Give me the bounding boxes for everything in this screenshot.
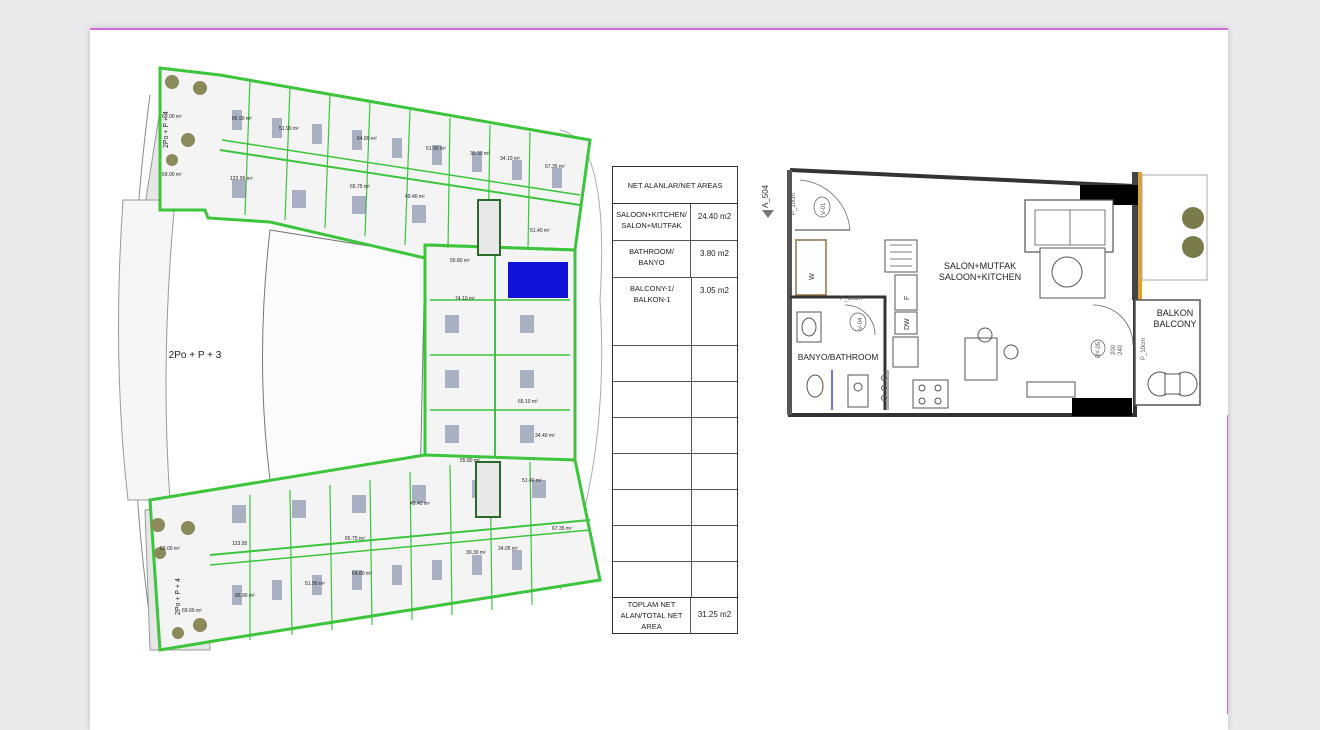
bench [1026, 381, 1076, 398]
unit-area: 49.40 m² [405, 194, 425, 200]
cooktop [912, 379, 949, 409]
unit-area: 74.10 m² [455, 296, 475, 302]
table-empty-row [613, 561, 737, 562]
total-label: AREA [641, 622, 662, 631]
dimension-label: 240 [1118, 344, 1124, 355]
appliance-w: W [809, 273, 816, 280]
side-label-bottom: 2Po + P + 4 [175, 578, 182, 615]
table-row: BATHROOM/BANYO 3.80 m2 [613, 241, 737, 278]
row-label: SALON+MUTFAK [621, 221, 682, 230]
section-marker [762, 210, 774, 218]
site-plan: 2Po + P + 3 2Po + P + 4 2Po + P + 4 69.0… [118, 66, 603, 652]
unit-area: 51.90 m² [279, 126, 299, 132]
balcony-strip [1138, 172, 1142, 300]
unit-floor-plan: A_504 P_10cm V-01 W P_10cm V-04 BANYO/BA… [761, 168, 1208, 417]
row-label: BALCONY-1/ [630, 284, 674, 293]
dimension-label: 200 [1111, 344, 1117, 355]
appliance-dw: DW [904, 318, 911, 330]
door-tag: V-04 [858, 317, 864, 330]
table-row: SALOON+KITCHEN/SALON+MUTFAK 24.40 m2 [613, 204, 737, 241]
unit-area: 51.90 m² [305, 581, 325, 587]
total-label: TOPLAM NET [627, 600, 676, 609]
unit-area: 34.05 m² [498, 546, 518, 552]
table-empty-row [613, 489, 737, 490]
inner-court [262, 229, 426, 491]
table-empty-row [613, 453, 737, 454]
unit-area: 34.10 m² [500, 156, 520, 162]
unit-area: 67.35 m² [552, 526, 572, 532]
unit-area: 51.90 m² [426, 146, 446, 152]
total-label: ALAN/TOTAL NET [620, 611, 683, 620]
door-tag: BY-05 [1096, 341, 1102, 358]
unit-area: 86.90 m² [235, 593, 255, 599]
row-value: 24.40 m2 [697, 212, 732, 221]
unit-area: 86.90 m² [232, 116, 252, 122]
stair-core-top [477, 199, 501, 256]
door-tag: V-01 [821, 202, 827, 215]
column-bottom [1072, 398, 1132, 416]
table-row: BALCONY-1/BALKON-1 3.05 m2 [613, 278, 737, 310]
row-value: 3.05 m2 [700, 286, 729, 295]
unit-area: 30.30 m² [466, 550, 486, 556]
sofa [1024, 199, 1114, 253]
row-label: SALOON+KITCHEN/ [616, 210, 687, 219]
row-label: BALKON-1 [633, 295, 671, 304]
total-value: 31.25 m2 [697, 610, 732, 619]
appliance-f: F [904, 296, 911, 300]
unit-area: 123.95 [232, 541, 248, 547]
sink [796, 311, 822, 343]
rug [1039, 247, 1106, 299]
plant-icon [1182, 236, 1204, 258]
table-total-row: TOPLAM NET ALAN/TOTAL NET AREA 31.25 m2 [613, 597, 737, 634]
unit-area: 30.30 m² [470, 151, 490, 157]
room-balcony-label: BALCONY [1153, 319, 1196, 329]
unit-area: 65.75 m² [350, 184, 370, 190]
highlighted-unit [508, 262, 568, 298]
unit-area: 64.80 m² [357, 136, 377, 142]
table-empty-row [613, 417, 737, 418]
courtyard [118, 199, 176, 501]
toilet [806, 374, 824, 398]
room-living-label: SALOON+KITCHEN [939, 272, 1021, 282]
terrace-area: 69.00 m² [162, 172, 182, 178]
unit-area: 55.80 m² [460, 458, 480, 464]
unit-area: 65.75 m² [345, 536, 365, 542]
unit-area: 67.35 m² [545, 164, 565, 170]
unit-area: 65.10 m² [518, 399, 538, 405]
dimension-label: P_10cm [791, 193, 797, 215]
table-empty-row [613, 525, 737, 526]
unit-area: 51.40 m² [530, 228, 550, 234]
dimension-label: P_10cm [840, 296, 862, 302]
table-header: NET ALANLAR/NET AREAS [613, 167, 737, 204]
block-label: 2Po + P + 3 [169, 350, 222, 361]
unit-area: 51.40 m² [522, 478, 542, 484]
terrace-area: 69.00 m² [182, 608, 202, 614]
dimension-label: P_10cm [1141, 338, 1147, 360]
table-empty-row [613, 345, 737, 346]
room-balcony-label: BALKON [1157, 308, 1194, 318]
sheet-edge-line [1227, 415, 1228, 714]
unit-area: 123.95 m² [230, 176, 253, 182]
terrace-area: 69.00 m² [162, 114, 182, 120]
unit-area: 49.40 m² [410, 501, 430, 507]
unit-area: 34.40 m² [535, 433, 555, 439]
row-label: BATHROOM/ [629, 247, 674, 256]
dining-table [964, 337, 998, 381]
row-value: 3.80 m2 [700, 249, 729, 258]
section-mark: A_504 [761, 184, 770, 208]
table-empty-row [613, 381, 737, 382]
plant-icon [1182, 207, 1204, 229]
room-bath-label: BANYO/BATHROOM [798, 352, 879, 362]
unit-area: 64.80 m² [352, 571, 372, 577]
stair-core-bottom [475, 461, 501, 518]
unit-area: 55.80 m² [450, 258, 470, 264]
row-label: BANYO [638, 258, 665, 267]
top-wing [158, 66, 592, 260]
net-areas-table: NET ALANLAR/NET AREAS SALOON+KITCHEN/SAL… [612, 166, 738, 634]
terrace-area: 69.00 m² [160, 546, 180, 552]
room-living-label: SALON+MUTFAK [944, 261, 1016, 271]
